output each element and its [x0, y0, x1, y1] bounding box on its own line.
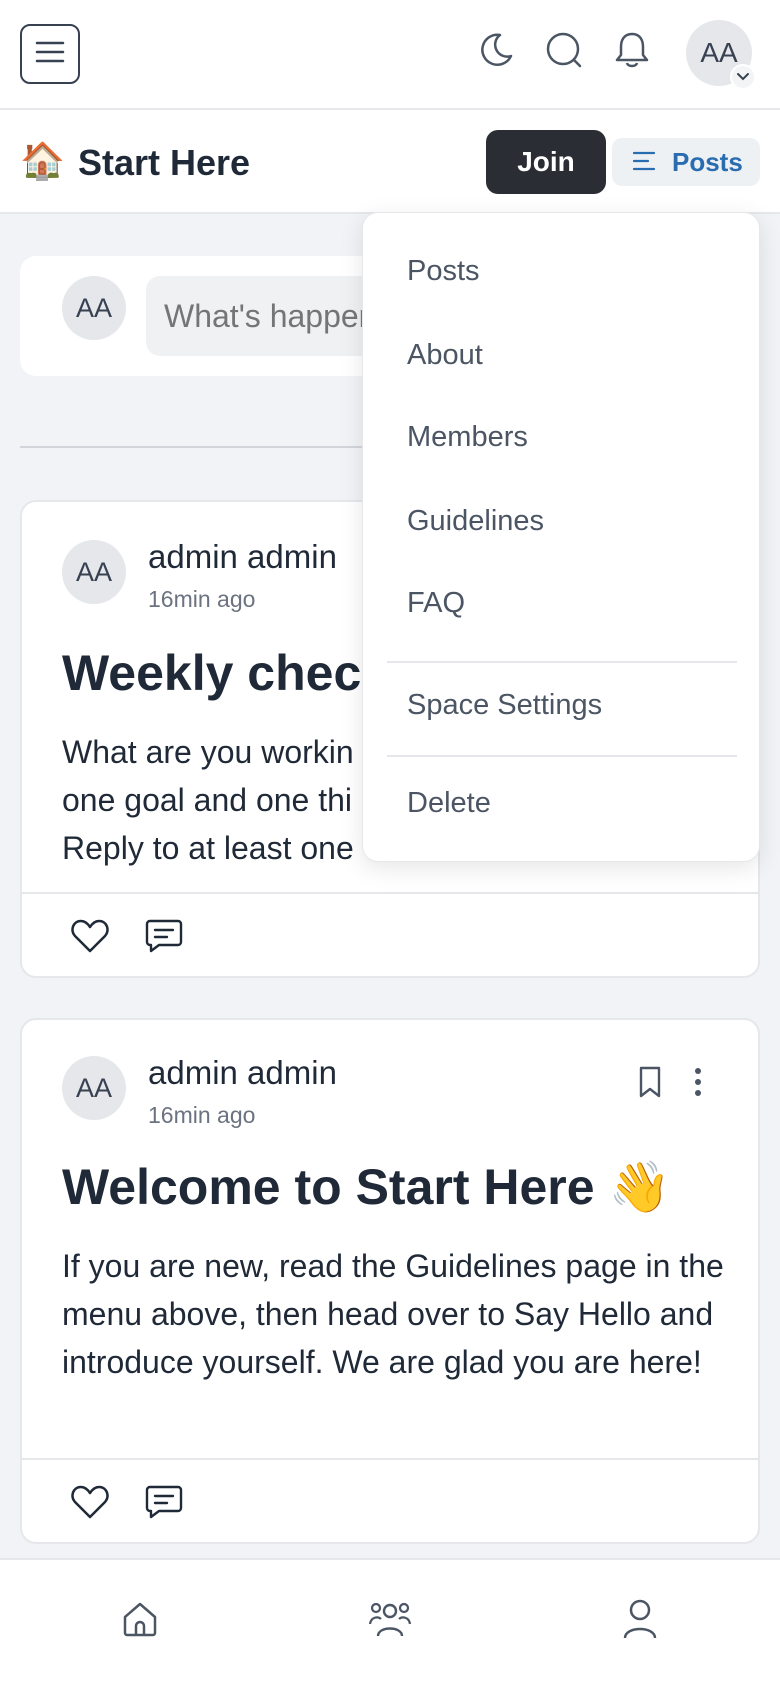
hamburger-icon	[35, 40, 65, 69]
like-button[interactable]	[68, 1482, 112, 1526]
menu-item-faq[interactable]: FAQ	[407, 587, 465, 620]
post-options-button[interactable]	[676, 1062, 720, 1106]
space-menu-label: Posts	[672, 146, 743, 177]
menu-item-delete[interactable]: Delete	[407, 787, 491, 820]
search-icon	[544, 30, 584, 75]
space-dropdown-menu: Posts About Members Guidelines FAQ Space…	[362, 212, 760, 862]
menu-item-members[interactable]: Members	[407, 421, 528, 454]
chevron-down-icon[interactable]	[730, 64, 756, 90]
post-title[interactable]: Welcome to Start Here 👋	[62, 1158, 671, 1217]
user-icon	[620, 1598, 660, 1645]
bell-icon	[612, 30, 652, 75]
bottom-navigation	[0, 1558, 780, 1688]
menu-item-guidelines[interactable]: Guidelines	[407, 505, 544, 538]
space-menu-button[interactable]: Posts	[612, 138, 760, 186]
space-title: Start Here	[78, 142, 251, 183]
post-time: 16min ago	[148, 586, 256, 612]
menu-item-about[interactable]: About	[407, 339, 483, 372]
comment-icon	[145, 918, 183, 959]
join-button[interactable]: Join	[486, 130, 606, 194]
comment-button[interactable]	[142, 1482, 186, 1526]
comment-button[interactable]	[142, 916, 186, 960]
heart-icon	[70, 1484, 110, 1525]
nav-members-button[interactable]	[365, 1596, 415, 1646]
post-body: What are you workin one goal and one thi…	[62, 734, 354, 866]
bookmark-button[interactable]	[628, 1062, 672, 1106]
house-emoji-icon: 🏠	[20, 140, 65, 181]
like-button[interactable]	[68, 916, 112, 960]
menu-divider	[387, 661, 737, 663]
post-actions	[22, 892, 758, 976]
top-bar: AA	[0, 0, 780, 110]
heart-icon	[70, 918, 110, 959]
list-icon	[632, 147, 656, 178]
search-button[interactable]	[542, 30, 586, 74]
composer-avatar: AA	[62, 276, 126, 340]
nav-home-button[interactable]	[115, 1596, 165, 1646]
home-icon	[120, 1599, 160, 1644]
notifications-button[interactable]	[610, 30, 654, 74]
post-avatar: AA	[62, 540, 126, 604]
post-actions	[22, 1458, 758, 1542]
post-body: If you are new, read the Guidelines page…	[62, 1248, 724, 1380]
post-time: 16min ago	[148, 1102, 256, 1128]
menu-divider	[387, 755, 737, 757]
post-avatar: AA	[62, 1056, 126, 1120]
menu-button[interactable]	[20, 24, 80, 84]
comment-icon	[145, 1484, 183, 1525]
post-author[interactable]: admin admin	[148, 538, 337, 576]
post-card: AA admin admin 16min ago Welcome to Star…	[20, 1018, 760, 1544]
menu-item-space-settings[interactable]: Space Settings	[407, 689, 602, 722]
post-title[interactable]: Weekly check	[62, 644, 389, 702]
post-author[interactable]: admin admin	[148, 1054, 337, 1092]
moon-icon	[476, 30, 516, 75]
space-header: 🏠 Start Here Join Posts	[0, 110, 780, 214]
people-icon	[368, 1598, 412, 1645]
bookmark-icon	[636, 1065, 664, 1104]
theme-toggle-button[interactable]	[474, 30, 518, 74]
more-vertical-icon	[693, 1067, 703, 1102]
menu-item-posts[interactable]: Posts	[407, 255, 480, 288]
nav-profile-button[interactable]	[615, 1596, 665, 1646]
